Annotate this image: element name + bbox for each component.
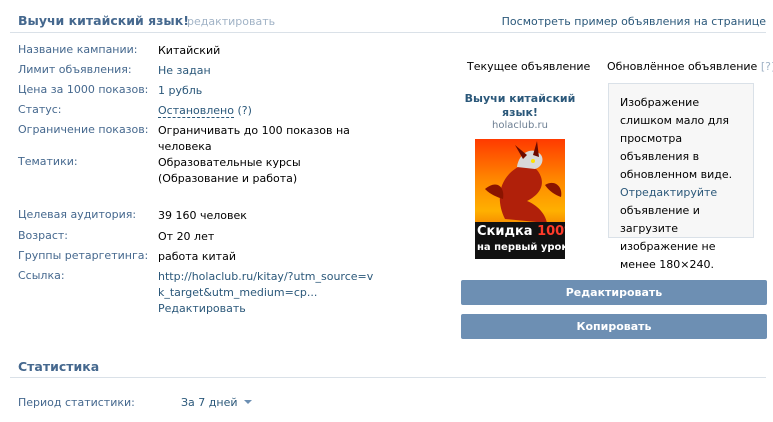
ad-title-heading: Выучи китайский язык! xyxy=(18,13,189,28)
campaign-row: Название кампании: Китайский xyxy=(18,43,378,59)
audience-label: Целевая аудитория: xyxy=(18,208,137,221)
restriction-row: Ограничение показов: Ограничивать до 100… xyxy=(18,123,378,155)
header-divider xyxy=(10,32,766,33)
period-dropdown[interactable]: За 7 дней xyxy=(181,396,252,409)
age-value: От 20 лет xyxy=(158,230,215,243)
edit-ad-button[interactable]: Редактировать xyxy=(461,280,767,305)
updated-ad-title: Обновлённое объявление [?] xyxy=(607,60,773,73)
ad-preview-domain: holaclub.ru xyxy=(492,120,548,131)
price-row: Цена за 1000 показов: 1 рубль xyxy=(18,83,378,99)
retarget-value: работа китай xyxy=(158,250,236,263)
price-value-link[interactable]: 1 рубль xyxy=(158,83,378,99)
limit-row: Лимит объявления: Не задан xyxy=(18,63,378,79)
updated-help-icon[interactable]: [?] xyxy=(761,60,773,73)
edit-title-link[interactable]: редактировать xyxy=(187,15,275,28)
copy-ad-button[interactable]: Копировать xyxy=(461,314,767,339)
notice-text-start: Изображение слишком мало для просмотра о… xyxy=(620,96,733,181)
link-label: Ссылка: xyxy=(18,269,65,282)
ad-banner: Скидка 100% на первый урок xyxy=(475,222,565,259)
banner-subtitle: на первый урок xyxy=(477,242,565,253)
status-label: Статус: xyxy=(18,103,62,116)
topics-value: Образовательные курсы (Образование и раб… xyxy=(158,156,301,185)
ad-preview-image[interactable]: Скидка 100% на первый урок xyxy=(475,139,565,259)
notice-text-end: объявление и загрузите изображение не ме… xyxy=(620,204,716,271)
status-value: Остановлено (?) xyxy=(158,103,378,119)
chevron-down-icon xyxy=(243,400,252,404)
status-row: Статус: Остановлено (?) xyxy=(18,103,378,119)
status-toggle[interactable]: Остановлено xyxy=(158,104,234,118)
age-row: Возраст: От 20 лет xyxy=(18,229,378,245)
retarget-label: Группы ретаргетинга: xyxy=(18,249,149,262)
updated-ad-label: Обновлённое объявление xyxy=(607,60,758,73)
ad-url-link[interactable]: http://holaclub.ru/kitay/?utm_source=vk_… xyxy=(158,269,378,301)
limit-value-link[interactable]: Не задан xyxy=(158,63,378,79)
limit-label: Лимит объявления: xyxy=(18,63,132,76)
page-header: Выучи китайский язык! редактировать Посм… xyxy=(0,0,773,34)
updated-ad-notice: Изображение слишком мало для просмотра о… xyxy=(608,83,754,271)
banner-discount: Скидка 100% xyxy=(477,224,565,239)
status-help-icon[interactable]: (?) xyxy=(237,104,251,117)
current-ad-title: Текущее объявление xyxy=(467,60,591,73)
ad-preview-title[interactable]: Выучи китайский язык! xyxy=(461,92,579,120)
statistics-divider xyxy=(10,377,766,378)
topics-row: Тематики: Образовательные курсы (Образов… xyxy=(18,155,378,187)
topics-label: Тематики: xyxy=(18,155,78,168)
period-label: Период статистики: xyxy=(18,396,135,409)
restriction-label: Ограничение показов: xyxy=(18,123,149,136)
age-label: Возраст: xyxy=(18,229,69,242)
campaign-label: Название кампании: xyxy=(18,43,138,56)
price-label: Цена за 1000 показов: xyxy=(18,83,149,96)
campaign-value: Китайский xyxy=(158,44,221,57)
notice-text: Изображение слишком мало для просмотра о… xyxy=(620,94,748,274)
retarget-row: Группы ретаргетинга: работа китай xyxy=(18,249,378,265)
example-ad-link[interactable]: Посмотреть пример объявления на странице xyxy=(502,15,766,28)
notice-edit-link[interactable]: Отредактируйте xyxy=(620,186,717,199)
audience-value: 39 160 человек xyxy=(158,209,247,222)
restriction-value: Ограничивать до 100 показов на человека xyxy=(158,124,350,153)
dragon-illustration xyxy=(485,141,562,223)
period-value: За 7 дней xyxy=(181,396,238,409)
edit-link-button[interactable]: Редактировать xyxy=(158,302,246,315)
audience-row: Целевая аудитория: 39 160 человек xyxy=(18,208,378,224)
statistics-heading: Статистика xyxy=(18,359,100,374)
